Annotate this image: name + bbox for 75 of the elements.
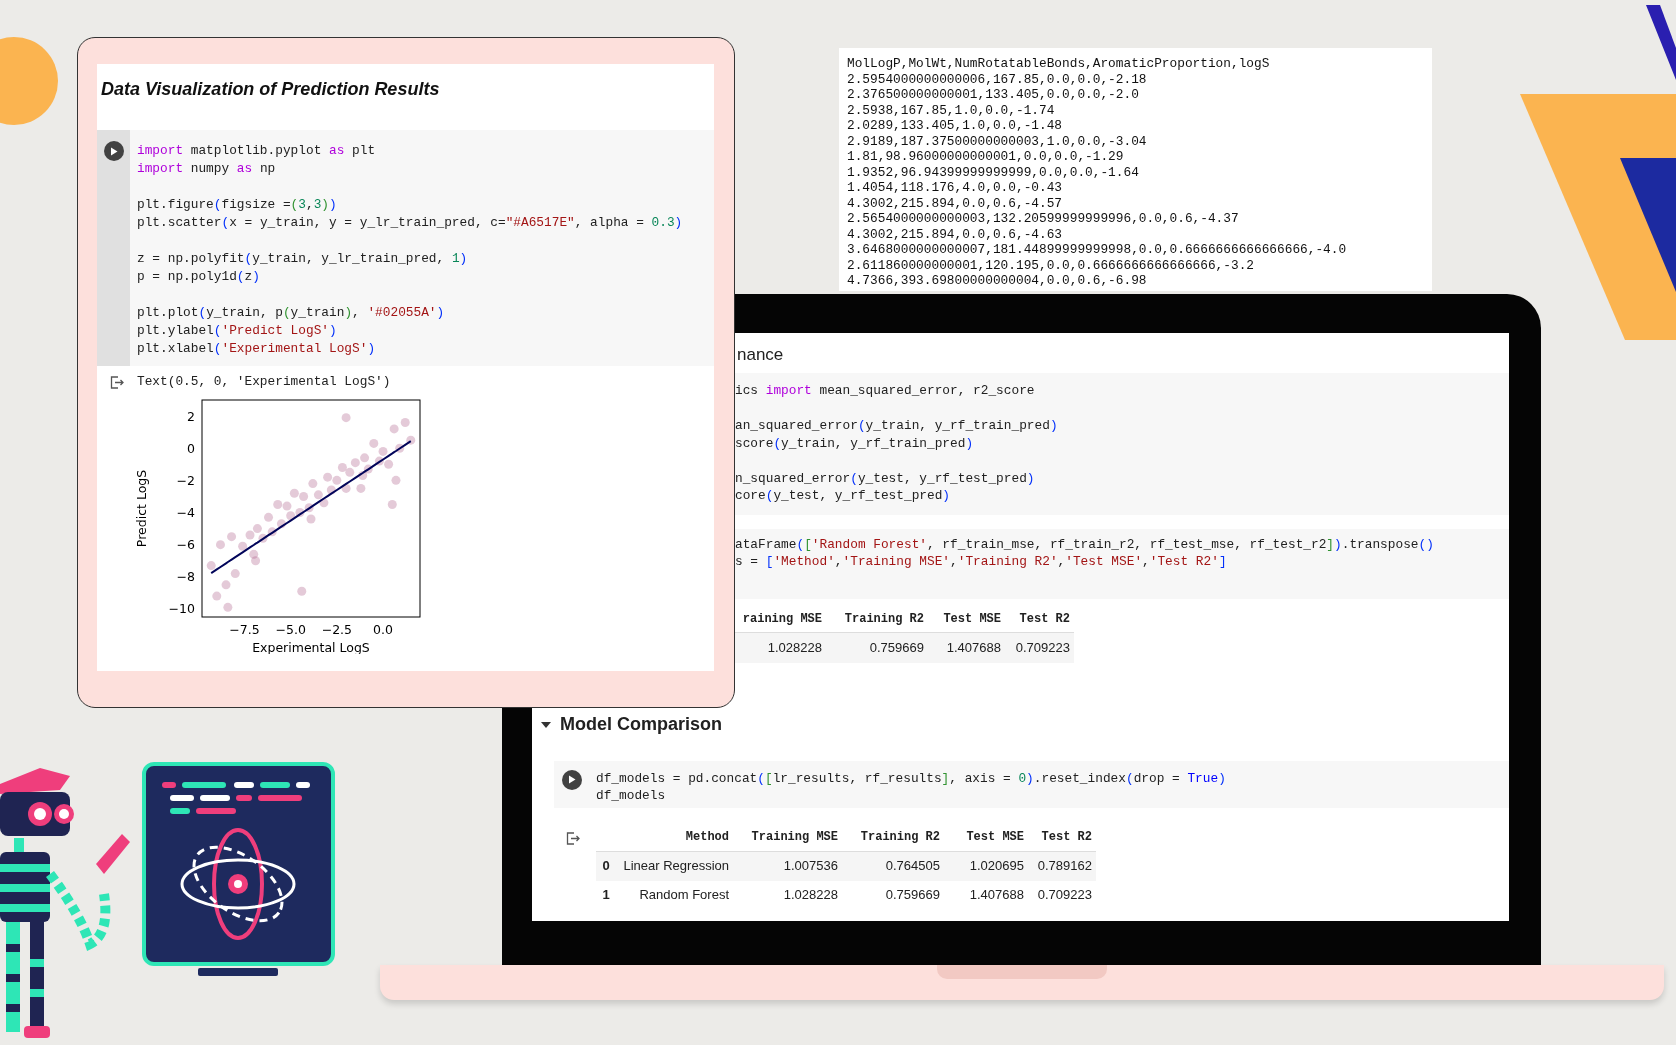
code-line: score(y_train, y_rf_train_pred) — [735, 435, 974, 451]
tick-label: 2 — [187, 408, 195, 424]
code-line: plt.scatter(x = y_train, y = y_lr_train_pred, c="#A6517E", alpha = 0.3) — [137, 215, 683, 230]
section-heading: nance — [737, 345, 784, 364]
column-header: Training R2 — [843, 611, 925, 628]
table-cell-text: 1.407688 — [968, 886, 1025, 905]
column-header: Test MSE — [942, 611, 1002, 628]
row-index: 0 — [601, 857, 611, 876]
code-line: p = np.poly1d(z) — [137, 269, 260, 284]
tick-label: −2 — [176, 472, 195, 488]
column-header: Test R2 — [1018, 611, 1071, 628]
csv-line: 2.5938,167.85,1.0,0.0,-1.74 — [847, 102, 1055, 118]
code-line: plt.plot(y_train, p(y_train), '#02055A') — [137, 305, 445, 320]
table-cell-text: 1.007536 — [782, 857, 839, 876]
table-cell-text: Random Forest — [638, 886, 730, 905]
column-header: Training MSE — [750, 829, 839, 846]
table-cell-text: 0.789162 — [1036, 857, 1093, 876]
csv-line: 4.3002,215.894,0.0,0.6,-4.63 — [847, 226, 1063, 242]
row-index: 1 — [601, 886, 611, 905]
column-header: Training R2 — [859, 829, 941, 846]
table-cell-text: 0.759669 — [884, 886, 941, 905]
output-text: Text(0.5, 0, 'Experimental LogS') — [137, 373, 391, 392]
csv-line: 2.5954000000000006,167.85,0.0,0.0,-2.18 — [847, 71, 1147, 87]
table-cell-text: 1.028228 — [782, 886, 839, 905]
code-line: plt.ylabel('Predict LogS') — [137, 323, 337, 338]
code-line: import matplotlib.pyplot as plt — [137, 143, 376, 158]
tick-label: −4 — [176, 505, 195, 520]
csv-line: 2.9189,187.37500000000003,1.0,0.0,-3.04 — [847, 133, 1147, 149]
code-line: plt.xlabel('Experimental LogS') — [137, 341, 376, 356]
table-cell-text: 0.709223 — [1014, 638, 1071, 657]
table-cell-text: 0.759669 — [868, 638, 925, 657]
code-line: s = ['Method','Training MSE','Training R2','Test MSE','Test R2'] — [735, 554, 1227, 569]
csv-line: 4.3002,215.894,0.0,0.6,-4.57 — [847, 195, 1063, 211]
tick-label: 0.0 — [373, 622, 393, 637]
csv-line: 1.4054,118.176,4.0,0.0,-0.43 — [847, 180, 1063, 196]
csv-line: 2.5654000000000003,132.20599999999996,0.0,0.6,-4.37 — [847, 211, 1239, 227]
csv-line: 2.611860000000001,120.195,0.0,0.6666666666666666,-3.2 — [847, 257, 1254, 273]
code-line: df_models — [596, 788, 666, 803]
column-header: raining MSE — [741, 611, 823, 628]
code-line: n_squared_error(y_test, y_rf_test_pred) — [735, 470, 1035, 486]
code-line: core(y_test, y_rf_test_pred) — [735, 488, 951, 503]
column-header: Test MSE — [965, 829, 1025, 846]
code-line: df_models = pd.concat([lr_results, rf_results], axis = 0).reset_index(drop = True) — [596, 770, 1226, 786]
table-cell-text: 1.407688 — [945, 638, 1002, 657]
csv-line: 2.376500000000001,133.405,0.0,0.0,-2.0 — [847, 87, 1139, 103]
tick-label: −8 — [176, 569, 195, 585]
code-line: plt.figure(figsize =(3,3)) — [137, 197, 337, 212]
code-line: z = np.polyfit(y_train, y_lr_train_pred, 1) — [137, 251, 468, 266]
table-cell-text: 1.020695 — [968, 857, 1025, 876]
column-header: Test R2 — [1040, 829, 1093, 846]
tick-label: 0 — [187, 440, 195, 456]
code-line: an_squared_error(y_train, y_rf_train_pred) — [735, 418, 1058, 433]
code-line: import numpy as np — [137, 161, 276, 176]
tick-label: −7.5 — [229, 622, 260, 637]
csv-line: 2.0289,133.405,1.0,0.0,-1.48 — [847, 118, 1063, 134]
notebook-title: Data Visualization of Prediction Results — [101, 79, 440, 99]
code-line: ataFrame(['Random Forest', rf_train_mse, rf_train_r2, rf_test_mse, rf_test_r2]).transpose() — [735, 536, 1434, 552]
table-cell-text: 0.764505 — [884, 857, 941, 876]
tick-label: −6 — [176, 537, 195, 553]
code-line: ics import mean_squared_error, r2_score — [735, 383, 1035, 398]
axis-label: Predict LogS — [134, 469, 149, 548]
table-cell-text: 0.709223 — [1036, 886, 1093, 905]
section-heading: Model Comparison — [560, 713, 722, 736]
table-cell-text: Linear Regression — [622, 857, 730, 876]
csv-line: MolLogP,MolWt,NumRotatableBonds,AromaticProportion,logS — [847, 56, 1270, 72]
table-cell-text: 1.028228 — [766, 638, 823, 657]
axis-label: Experimental LogS — [252, 640, 370, 654]
tick-label: −5.0 — [275, 622, 306, 637]
tick-label: −2.5 — [321, 622, 353, 637]
csv-line: 4.7366,393.69800000000004,0.0,0.6,-6.98 — [847, 273, 1147, 289]
csv-line: 1.9352,96.94399999999999,0.0,0.0,-1.64 — [847, 164, 1139, 180]
tick-label: −10 — [168, 601, 195, 617]
column-header: Method — [684, 829, 730, 846]
csv-line: 1.81,98.96000000000001,0.0,0.0,-1.29 — [847, 149, 1124, 165]
csv-line: 3.6468000000000007,181.44899999999998,0.0,0.6666666666666666,-4.0 — [847, 242, 1347, 258]
